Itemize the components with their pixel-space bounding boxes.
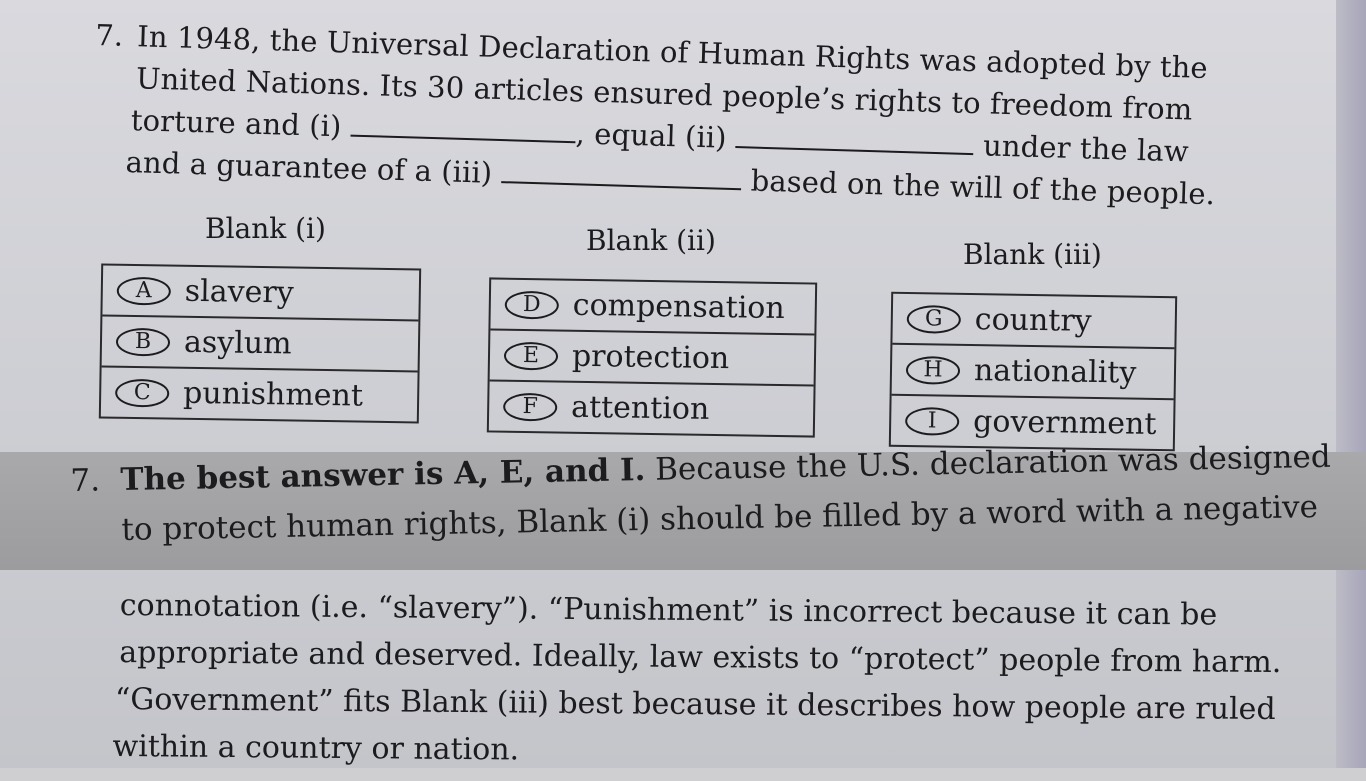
choice-h[interactable]: H nationality: [891, 344, 1175, 401]
choice-word: attention: [570, 389, 710, 427]
blank-ii-line: [735, 126, 975, 156]
choice-word: protection: [571, 338, 730, 377]
choice-e[interactable]: E protection: [489, 330, 815, 387]
choice-f[interactable]: F attention: [489, 381, 814, 435]
choice-g[interactable]: G country: [892, 293, 1176, 350]
choice-letter-oval: E: [503, 341, 559, 371]
blank-ii-choices: D compensation E protection F attention: [486, 277, 818, 438]
choice-word: compensation: [572, 287, 785, 327]
choice-letter-oval: F: [502, 392, 558, 422]
question-text: 7. In 1948, the Universal Declaration of …: [91, 14, 1216, 215]
choice-word: country: [974, 302, 1092, 339]
choice-word: punishment: [182, 375, 364, 414]
question-line-3-part-c: under the law: [982, 128, 1190, 169]
page-edge: [1336, 0, 1366, 768]
choice-word: nationality: [973, 353, 1137, 391]
blank-iii-choices: G country H nationality I government: [888, 291, 1178, 452]
choice-word: asylum: [183, 324, 292, 362]
choice-letter-oval: H: [905, 355, 961, 385]
question-line-3-part-b: , equal (ii): [575, 116, 728, 155]
choice-c[interactable]: C punishment: [101, 368, 418, 422]
question-line-4-part-a: and a guarantee of a (iii): [125, 144, 493, 190]
blank-ii-label: Blank (ii): [586, 224, 716, 257]
choice-letter-oval: G: [906, 304, 962, 334]
choice-b[interactable]: B asylum: [101, 316, 419, 373]
blank-iii-line: [501, 161, 742, 191]
choice-letter-oval: B: [115, 327, 171, 357]
choice-letter-oval: D: [504, 290, 560, 320]
blank-iii-label: Blank (iii): [963, 238, 1102, 271]
explanation-text: connotation (i.e. “slavery”). “Punishmen…: [112, 582, 1340, 781]
choice-word: slavery: [184, 273, 294, 311]
blank-i-choices: A slavery B asylum C punishment: [98, 263, 422, 424]
question-number: 7.: [94, 17, 124, 53]
answer-number: 7.: [70, 462, 101, 499]
question-line-3-part-a: torture and (i): [130, 103, 342, 144]
blank-i-label: Blank (i): [205, 212, 326, 245]
choice-letter-oval: I: [904, 406, 960, 436]
choice-d[interactable]: D compensation: [490, 279, 816, 336]
answer-statement: The best answer is A, E, and I.: [120, 451, 646, 499]
answer-line-1-rest: Because the U.S. declaration was designe…: [654, 438, 1331, 488]
choice-letter-oval: C: [114, 378, 170, 408]
choice-a[interactable]: A slavery: [102, 265, 420, 322]
choice-letter-oval: A: [116, 276, 172, 306]
blank-i-line: [350, 114, 577, 144]
